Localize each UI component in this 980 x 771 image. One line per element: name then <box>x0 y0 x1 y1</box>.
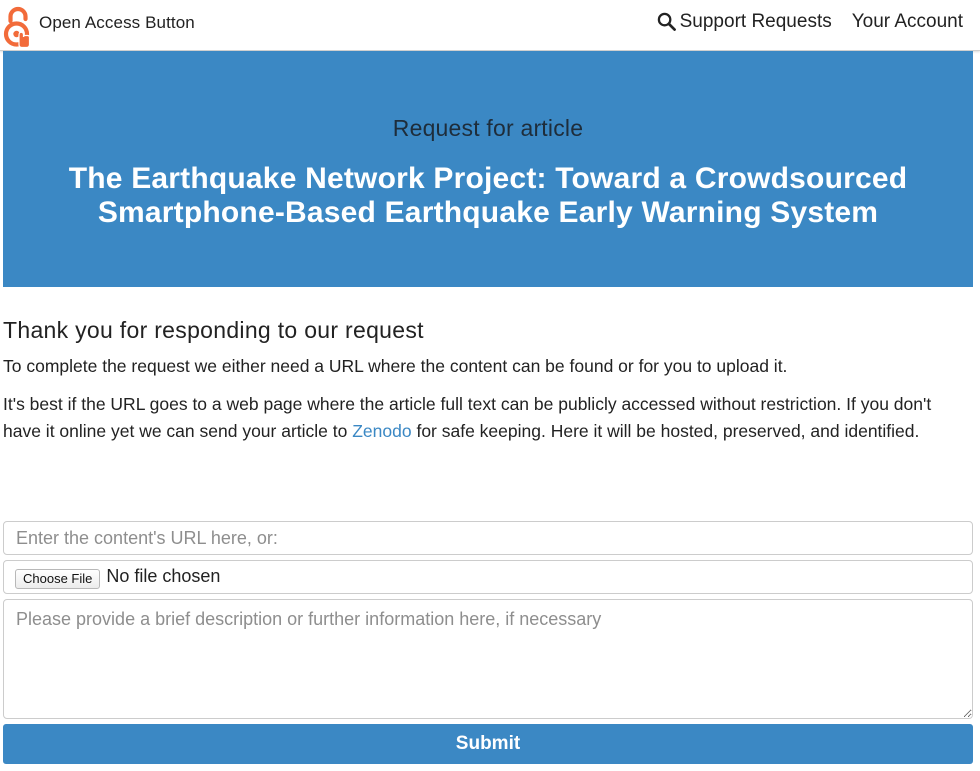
article-title: The Earthquake Network Project: Toward a… <box>68 162 908 229</box>
page-heading: Thank you for responding to our request <box>3 317 424 343</box>
top-navbar: Open Access Button Support Requests Your… <box>0 0 980 51</box>
choose-file-button[interactable]: Choose File <box>15 568 101 589</box>
submit-button[interactable]: Submit <box>3 724 973 764</box>
nav-support-requests-label: Support Requests <box>679 11 832 32</box>
file-upload-row: Choose File No file chosen <box>3 560 973 594</box>
description-textarea[interactable] <box>3 599 973 719</box>
details-text-after: for safe keeping. Here it will be hosted… <box>411 421 920 441</box>
search-icon <box>657 12 676 31</box>
file-status-text: No file chosen <box>106 565 221 586</box>
hero-banner: Request for article The Earthquake Netwo… <box>3 51 973 287</box>
brand-name: Open Access Button <box>39 13 195 32</box>
brand-home-link[interactable]: Open Access Button <box>3 4 195 48</box>
nav-support-requests-link[interactable]: Support Requests <box>657 11 832 33</box>
main-content: Thank you for responding to our request … <box>3 316 973 445</box>
nav-your-account-link[interactable]: Your Account <box>852 11 963 33</box>
instructions-paragraph: To complete the request we either need a… <box>3 356 788 376</box>
open-access-lock-icon <box>3 6 31 48</box>
nav-your-account-label: Your Account <box>851 11 963 32</box>
nav-links: Support Requests Your Account <box>657 11 963 33</box>
hero-subtitle: Request for article <box>392 115 584 141</box>
url-input[interactable] <box>3 521 973 555</box>
zenodo-link[interactable]: Zenodo <box>352 421 411 441</box>
details-paragraph: It's best if the URL goes to a web page … <box>3 391 973 445</box>
